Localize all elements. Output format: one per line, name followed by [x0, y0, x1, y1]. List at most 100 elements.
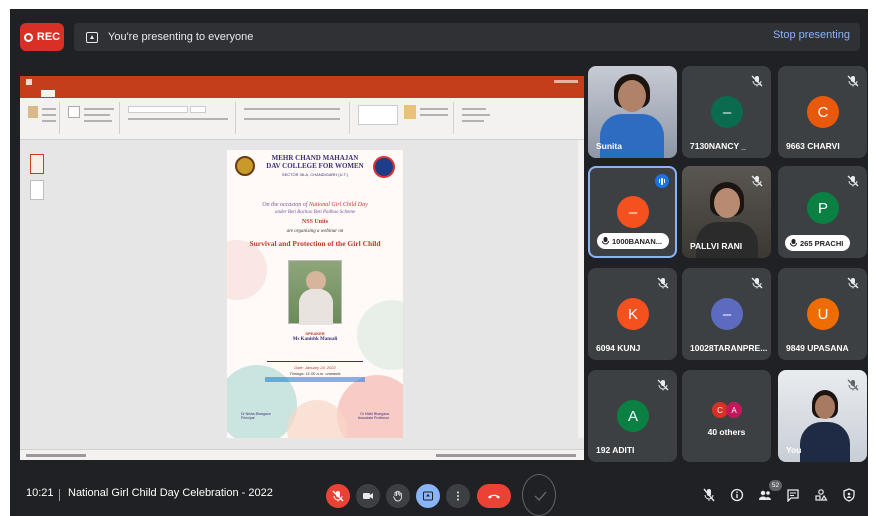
occasion-text: On the occasion of National Girl Child D… — [262, 202, 368, 208]
phone-hangup-icon — [488, 494, 500, 499]
ppt-tab[interactable] — [28, 91, 32, 96]
participant-name: 6094 KUNJ — [596, 343, 641, 353]
webinar-date: Date: January 24, 2022 — [294, 365, 336, 370]
hand-icon — [393, 490, 402, 502]
present-now-button[interactable] — [416, 484, 440, 508]
participant-tile-sunita[interactable]: Sunita — [588, 66, 677, 158]
divider — [59, 489, 60, 501]
participant-count-badge: 52 — [769, 480, 782, 491]
participant-name: 9663 CHARVI — [786, 141, 840, 151]
participant-avatar: C — [807, 96, 839, 128]
recording-badge[interactable]: REC — [20, 23, 64, 51]
ppt-tab[interactable] — [64, 91, 68, 96]
participant-tile-charvi[interactable]: C 9663 CHARVI — [778, 66, 867, 158]
participant-avatar: P — [807, 192, 839, 224]
mute-all-button[interactable] — [702, 488, 716, 502]
meeting-title: National Girl Child Day Celebration - 20… — [68, 487, 273, 499]
camera-toggle-button[interactable] — [356, 484, 380, 508]
ppt-ribbon-tabs — [20, 88, 584, 98]
participant-tile-you[interactable]: You — [778, 370, 867, 462]
participant-tile-upasana[interactable]: U 9849 UPASANA — [778, 268, 867, 360]
ppt-tab[interactable] — [154, 91, 158, 96]
more-options-button[interactable] — [446, 484, 470, 508]
meeting-details-button[interactable] — [730, 488, 744, 502]
ppt-tab[interactable] — [90, 91, 98, 96]
ribbon-group-editing — [458, 102, 504, 134]
ribbon-group-drawing — [354, 102, 454, 134]
mic-off-icon — [751, 174, 763, 187]
mic-off-icon — [703, 488, 715, 502]
participant-avatar: – — [711, 96, 743, 128]
signature-right: Dr Nidhi Bhargava Associate Professor — [357, 412, 389, 420]
participant-tile-taranpre[interactable]: – 10028TARANPRE... — [682, 268, 771, 360]
mic-off-icon — [332, 490, 344, 502]
paste-icon[interactable] — [28, 106, 38, 118]
ppt-tab[interactable] — [77, 91, 81, 96]
participant-face — [714, 188, 740, 218]
meeting-clock: 10:21 — [26, 487, 54, 499]
pin-icon — [790, 239, 797, 247]
pin-icon — [602, 237, 609, 245]
top-bar: REC You're presenting to everyone Stop p… — [10, 9, 868, 55]
college-address: SECTOR 36-A, CHANDIGARH (U.T.) — [281, 172, 349, 177]
speaker-label: SPEAKER — [305, 331, 325, 336]
participant-name: You — [786, 445, 802, 455]
mic-off-icon — [847, 276, 859, 289]
stop-presenting-button[interactable]: Stop presenting — [773, 29, 850, 41]
participant-name: 7130NANCY _ — [690, 141, 747, 151]
speaker-photo — [288, 260, 342, 325]
participant-tile-pallvi[interactable]: PALLVI RANI — [682, 166, 771, 258]
activities-button[interactable] — [814, 488, 828, 502]
slide-thumbnail-2[interactable] — [30, 180, 44, 200]
participant-tile-banan[interactable]: – 1000BANAN... — [588, 166, 677, 258]
font-size-select[interactable] — [190, 106, 206, 113]
ppt-app-icon — [26, 79, 32, 85]
shared-screen: MEHR CHAND MAHAJAN DAV COLLEGE FOR WOMEN… — [20, 76, 584, 460]
ppt-ribbon — [20, 98, 584, 140]
participant-name: 9849 UPASANA — [786, 343, 849, 353]
ribbon-group-clipboard — [24, 102, 60, 134]
ribbon-group-paragraph — [240, 102, 350, 134]
participant-face — [815, 395, 835, 419]
ppt-tab[interactable] — [107, 91, 115, 96]
vertical-scrollbar[interactable] — [578, 140, 584, 438]
camera-icon — [363, 493, 373, 499]
participant-tile-kunj[interactable]: K 6094 KUNJ — [588, 268, 677, 360]
zoom-controls[interactable] — [436, 453, 576, 457]
participant-tile-others[interactable]: C A 40 others — [682, 370, 771, 462]
ppt-tab[interactable] — [124, 91, 132, 96]
slide-thumbnail-1[interactable] — [30, 154, 44, 174]
new-slide-icon[interactable] — [68, 106, 80, 118]
shapes-gallery[interactable] — [358, 105, 398, 125]
participant-tile-nancy[interactable]: – 7130NANCY _ — [682, 66, 771, 158]
mic-off-icon — [847, 74, 859, 87]
participant-name: 192 ADITI — [596, 445, 635, 455]
arrange-icon[interactable] — [404, 105, 416, 119]
ribbon-group-font — [124, 102, 236, 134]
raise-hand-button[interactable] — [386, 484, 410, 508]
nss-units-text: NSS Units — [301, 219, 329, 225]
info-icon — [730, 488, 744, 502]
participant-tile-aditi[interactable]: A 192 ADITI — [588, 370, 677, 462]
ppt-tab[interactable] — [141, 91, 145, 96]
chat-icon — [787, 489, 799, 503]
ppt-tab-active[interactable] — [41, 89, 55, 97]
current-slide: MEHR CHAND MAHAJAN DAV COLLEGE FOR WOMEN… — [227, 150, 403, 438]
chat-button[interactable] — [786, 488, 800, 503]
webinar-topic: Survival and Protection of the Girl Chil… — [249, 239, 381, 248]
host-controls-button[interactable] — [842, 488, 856, 502]
shapes-icon — [815, 489, 828, 501]
others-avatar: A — [726, 402, 742, 418]
end-call-button[interactable] — [477, 484, 511, 508]
mic-toggle-button[interactable] — [326, 484, 350, 508]
people-icon — [759, 490, 771, 500]
others-count: 40 others — [707, 427, 746, 437]
mic-off-icon — [751, 74, 763, 87]
people-button[interactable] — [758, 488, 772, 502]
signature-left: Dr Nisha Bhargava Principal — [241, 412, 271, 420]
participant-name: 10028TARANPRE... — [690, 343, 768, 353]
font-name-select[interactable] — [128, 106, 188, 113]
participant-tile-prachi[interactable]: P 265 PRACHI — [778, 166, 867, 258]
participant-face — [618, 80, 646, 112]
presenting-banner: You're presenting to everyone Stop prese… — [74, 23, 860, 51]
